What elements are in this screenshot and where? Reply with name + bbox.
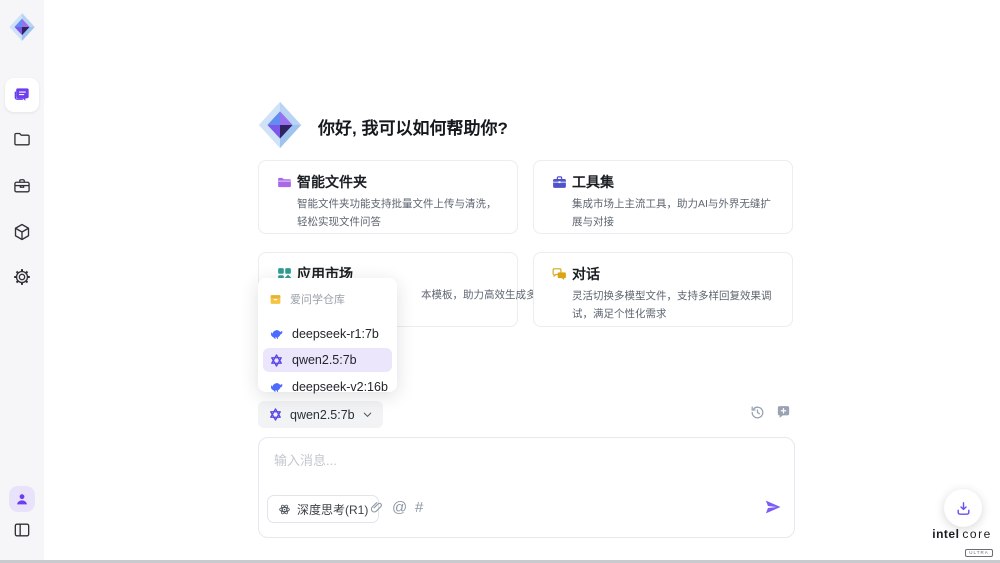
ultra-badge: ultra bbox=[965, 549, 992, 557]
card-title: 工具集 bbox=[572, 172, 614, 192]
attach-button[interactable] bbox=[369, 500, 384, 518]
person-icon bbox=[14, 491, 30, 507]
deep-think-toggle[interactable]: 深度思考(R1) bbox=[267, 495, 379, 523]
cube-icon bbox=[12, 222, 32, 242]
panel-layout-icon bbox=[12, 520, 32, 540]
card-conversation[interactable]: 对话 灵活切换多模型文件，支持多样回复效果调试，满足个性化需求 bbox=[533, 252, 793, 327]
app-logo bbox=[0, 12, 44, 42]
card-smart-folders[interactable]: 智能文件夹 智能文件夹功能支持批量文件上传与清洗，轻松实现文件问答 bbox=[258, 160, 518, 234]
history-icon bbox=[749, 404, 766, 421]
download-icon bbox=[955, 500, 972, 517]
send-icon bbox=[764, 498, 782, 516]
atom-icon bbox=[278, 503, 291, 516]
model-dropdown-header: 爱问学仓库 bbox=[263, 287, 392, 311]
sidebar-item-settings[interactable] bbox=[0, 267, 44, 287]
chat-bubbles-icon bbox=[551, 266, 568, 283]
user-avatar[interactable] bbox=[9, 486, 35, 512]
diamond-logo-icon bbox=[256, 100, 304, 150]
briefcase-icon bbox=[551, 174, 568, 191]
new-chat-icon bbox=[775, 404, 792, 421]
download-fab[interactable] bbox=[944, 489, 982, 527]
model-selector-button[interactable]: qwen2.5:7b bbox=[258, 401, 383, 428]
sidebar-item-folders[interactable] bbox=[0, 129, 44, 149]
card-description-fragment: 本模板，助力高效生成多 bbox=[421, 287, 537, 302]
model-option-label: qwen2.5:7b bbox=[292, 353, 357, 367]
briefcase-icon bbox=[12, 176, 32, 196]
tag-button[interactable]: # bbox=[415, 499, 423, 516]
intel-core-badge: intelcore ultra bbox=[926, 527, 998, 559]
card-description: 灵活切换多模型文件，支持多样回复效果调试，满足个性化需求 bbox=[572, 287, 780, 323]
card-title: 对话 bbox=[572, 264, 600, 284]
card-toolset[interactable]: 工具集 集成市场上主流工具，助力AI与外界无缝扩展与对接 bbox=[533, 160, 793, 234]
sidebar-item-toolbox[interactable] bbox=[0, 176, 44, 196]
folder-icon bbox=[276, 174, 293, 191]
qwen-icon bbox=[268, 407, 283, 422]
model-option-label: deepseek-r1:7b bbox=[292, 327, 379, 341]
chevron-down-icon bbox=[362, 409, 373, 420]
model-option-label: deepseek-v2:16b bbox=[292, 380, 388, 394]
card-description: 智能文件夹功能支持批量文件上传与清洗，轻松实现文件问答 bbox=[297, 195, 505, 231]
deepseek-whale-icon bbox=[269, 380, 284, 395]
card-description: 集成市场上主流工具，助力AI与外界无缝扩展与对接 bbox=[572, 195, 780, 231]
intel-wordmark: intel bbox=[932, 527, 959, 541]
paperclip-icon bbox=[369, 500, 384, 515]
sidebar-collapse-button[interactable] bbox=[0, 520, 44, 540]
hero-logo bbox=[256, 100, 304, 155]
model-dropdown: 爱问学仓库 deepseek-r1:7b qwen2.5:7b deepseek… bbox=[258, 278, 397, 392]
diamond-logo-icon bbox=[8, 12, 36, 42]
core-wordmark: core bbox=[962, 527, 991, 541]
deepseek-whale-icon bbox=[269, 327, 284, 342]
card-title: 智能文件夹 bbox=[297, 172, 367, 192]
chat-input-panel: 深度思考(R1) @ # bbox=[258, 437, 795, 538]
model-option-deepseek-r1[interactable]: deepseek-r1:7b bbox=[263, 322, 392, 346]
sidebar bbox=[0, 0, 44, 561]
repo-icon bbox=[269, 293, 282, 306]
folder-icon bbox=[12, 129, 32, 149]
model-option-deepseek-v2[interactable]: deepseek-v2:16b bbox=[263, 375, 392, 399]
model-selector-label: qwen2.5:7b bbox=[290, 408, 355, 422]
qwen-icon bbox=[269, 353, 284, 368]
hash-icon: # bbox=[415, 499, 423, 516]
model-repo-label: 爱问学仓库 bbox=[290, 291, 345, 307]
message-input[interactable] bbox=[272, 448, 776, 494]
send-button[interactable] bbox=[764, 498, 782, 521]
new-chat-button[interactable] bbox=[775, 404, 792, 426]
deep-think-label: 深度思考(R1) bbox=[297, 501, 368, 518]
at-icon: @ bbox=[392, 499, 407, 516]
history-button[interactable] bbox=[749, 404, 766, 426]
page-title: 你好, 我可以如何帮助你? bbox=[318, 114, 508, 139]
sidebar-item-chat[interactable] bbox=[5, 78, 39, 112]
sidebar-item-models[interactable] bbox=[0, 222, 44, 242]
chat-icon bbox=[12, 85, 32, 105]
app-window: 你好, 我可以如何帮助你? 智能文件夹 智能文件夹功能支持批量文件上传与清洗，轻… bbox=[0, 0, 1000, 563]
model-option-qwen[interactable]: qwen2.5:7b bbox=[263, 348, 392, 372]
mention-button[interactable]: @ bbox=[392, 499, 407, 516]
gear-icon bbox=[12, 267, 32, 287]
